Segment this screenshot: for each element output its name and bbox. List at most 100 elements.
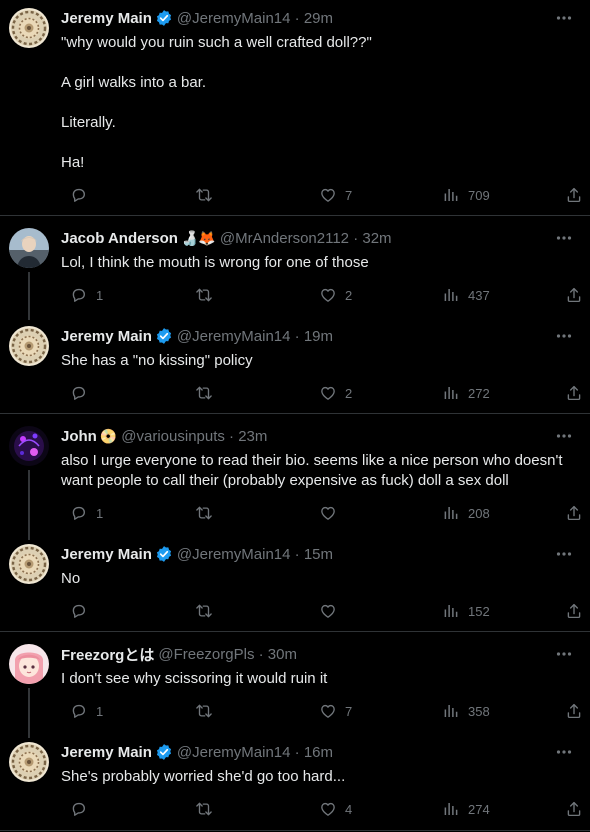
reply-button[interactable]	[62, 799, 88, 819]
handle-and-time[interactable]: @variousinputs · 23m	[121, 428, 267, 445]
reply-button[interactable]	[62, 185, 88, 205]
reply-button[interactable]: 1	[62, 285, 103, 305]
views-button[interactable]: 152	[434, 601, 490, 621]
views-count: 152	[468, 603, 490, 619]
display-name[interactable]: Jacob Anderson	[61, 230, 178, 247]
like-button[interactable]: 7	[311, 185, 352, 205]
display-name[interactable]: Jeremy Main	[61, 10, 152, 27]
tweet-text: Ha!	[61, 154, 85, 171]
share-button[interactable]	[557, 503, 583, 523]
retweet-button[interactable]	[187, 185, 213, 205]
handle-and-time[interactable]: @JeremyMain14 · 19m	[177, 328, 333, 345]
avatar[interactable]	[9, 228, 49, 268]
replies-count: 1	[96, 703, 104, 719]
thread-divider	[0, 830, 590, 831]
avatar[interactable]	[9, 426, 49, 466]
views-button[interactable]: 208	[434, 503, 490, 523]
retweet-button[interactable]	[187, 503, 213, 523]
views-count: 208	[468, 505, 490, 521]
handle-and-time[interactable]: @JeremyMain14 · 16m	[177, 744, 333, 761]
heart-icon	[319, 384, 337, 402]
views-count: 274	[468, 801, 490, 817]
action-bar: 2 272	[0, 383, 590, 403]
bar-chart-icon	[442, 504, 460, 522]
more-options-button[interactable]	[555, 427, 573, 445]
like-button[interactable]: 2	[311, 383, 352, 403]
reply-button[interactable]	[62, 601, 88, 621]
views-button[interactable]: 272	[434, 383, 490, 403]
share-icon	[565, 384, 583, 402]
thread-divider	[0, 215, 590, 216]
tweet-header: Jacob Anderson 🍶🦊 @MrAnderson2112 · 32m	[61, 228, 550, 248]
more-options-button[interactable]	[555, 9, 573, 27]
display-name[interactable]: Jeremy Main	[61, 328, 152, 345]
retweet-icon	[195, 602, 213, 620]
views-button[interactable]: 358	[434, 701, 490, 721]
handle-and-time[interactable]: @MrAnderson2112 · 32m	[220, 230, 392, 247]
share-button[interactable]	[557, 701, 583, 721]
reply-icon	[70, 800, 88, 818]
share-icon	[565, 186, 583, 204]
reply-button[interactable]: 1	[62, 701, 103, 721]
retweet-button[interactable]	[187, 383, 213, 403]
avatar[interactable]	[9, 544, 49, 584]
views-button[interactable]: 709	[434, 185, 490, 205]
like-button[interactable]	[311, 601, 337, 621]
share-button[interactable]	[557, 185, 583, 205]
share-button[interactable]	[557, 601, 583, 621]
display-name[interactable]: Freezorgとは	[61, 644, 154, 665]
likes-count: 4	[345, 801, 353, 817]
tweet-text: A girl walks into a bar.	[61, 74, 207, 91]
thread-divider	[0, 631, 590, 632]
verified-badge-icon	[155, 9, 173, 27]
likes-count: 7	[345, 187, 353, 203]
retweet-button[interactable]	[187, 601, 213, 621]
display-name[interactable]: Jeremy Main	[61, 546, 152, 563]
more-options-button[interactable]	[555, 327, 573, 345]
share-button[interactable]	[557, 383, 583, 403]
like-button[interactable]: 7	[311, 701, 352, 721]
share-button[interactable]	[557, 799, 583, 819]
display-name[interactable]: John	[61, 428, 97, 445]
views-button[interactable]: 437	[434, 285, 490, 305]
retweet-button[interactable]	[187, 285, 213, 305]
handle-and-time[interactable]: @JeremyMain14 · 29m	[177, 10, 333, 27]
verified-badge-icon	[155, 743, 173, 761]
retweet-button[interactable]	[187, 701, 213, 721]
reply-button[interactable]	[62, 383, 88, 403]
share-button[interactable]	[557, 285, 583, 305]
avatar[interactable]	[9, 644, 49, 684]
action-bar: 4 274	[0, 799, 590, 819]
action-bar: 1 208	[0, 503, 590, 523]
bar-chart-icon	[442, 702, 460, 720]
handle-and-time[interactable]: @FreezorgPls · 30m	[158, 646, 297, 663]
avatar[interactable]	[9, 326, 49, 366]
views-button[interactable]: 274	[434, 799, 490, 819]
reply-icon	[70, 702, 88, 720]
more-options-button[interactable]	[555, 545, 573, 563]
avatar[interactable]	[9, 742, 49, 782]
more-options-button[interactable]	[555, 743, 573, 761]
views-count: 272	[468, 385, 490, 401]
retweet-button[interactable]	[187, 799, 213, 819]
like-button[interactable]	[311, 503, 337, 523]
reply-icon	[70, 186, 88, 204]
retweet-icon	[195, 504, 213, 522]
display-name[interactable]: Jeremy Main	[61, 744, 152, 761]
replies-count: 1	[96, 505, 104, 521]
handle-and-time[interactable]: @JeremyMain14 · 15m	[177, 546, 333, 563]
retweet-icon	[195, 800, 213, 818]
like-button[interactable]: 2	[311, 285, 352, 305]
more-options-button[interactable]	[555, 645, 573, 663]
avatar[interactable]	[9, 8, 49, 48]
tweet-header: Jeremy Main @JeremyMain14 · 29m	[61, 8, 550, 28]
reply-button[interactable]: 1	[62, 503, 103, 523]
tweet-text: I don't see why scissoring it would ruin…	[61, 670, 328, 687]
share-icon	[565, 702, 583, 720]
tweet-text: She has a "no kissing" policy	[61, 352, 253, 369]
retweet-icon	[195, 384, 213, 402]
tweet-text: "why would you ruin such a well crafted …	[61, 34, 372, 51]
more-options-button[interactable]	[555, 229, 573, 247]
retweet-icon	[195, 186, 213, 204]
like-button[interactable]: 4	[311, 799, 352, 819]
